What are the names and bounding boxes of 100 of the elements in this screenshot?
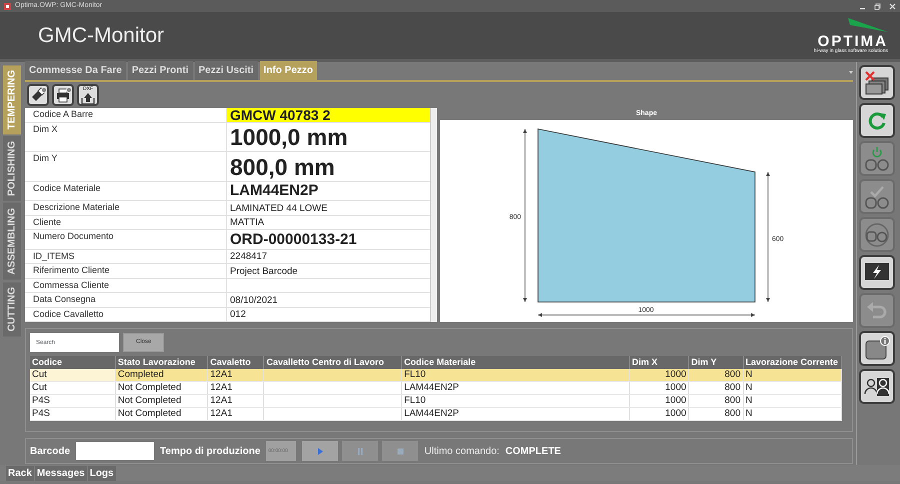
barcode-field[interactable] — [76, 442, 154, 460]
field-value: ORD-00000133-21 — [230, 230, 357, 248]
table-cell: 12A1 — [210, 395, 232, 406]
column-header[interactable]: Dim Y — [688, 356, 743, 369]
app-title: GMC-Monitor — [38, 22, 164, 49]
table-row[interactable]: P4S Not Completed 12A1 FL10 1000 800 N — [30, 394, 842, 408]
scrollbar[interactable] — [430, 108, 437, 322]
table-cell: Completed — [118, 369, 164, 380]
field-label: Codice Materiale — [25, 182, 227, 201]
field-value: 08/10/2021 — [230, 294, 278, 306]
stop-icon — [396, 448, 404, 454]
column-header[interactable]: Cavalletto Centro di Lavoro — [264, 356, 402, 369]
table-cell: N — [746, 382, 752, 393]
pause-icon — [356, 448, 364, 454]
field-label: Riferimento Cliente — [25, 264, 227, 278]
table-cell: 800 — [724, 408, 740, 419]
table-cell: 1000 — [665, 408, 686, 419]
table-cell: 12A1 — [210, 408, 232, 419]
table-cell: N — [746, 369, 752, 380]
windows-icon — [864, 70, 890, 96]
dropdown-icon[interactable] — [849, 71, 853, 74]
app-icon — [4, 2, 11, 10]
column-header[interactable]: Stato Lavorazione — [115, 356, 208, 369]
table-cell: Cut — [32, 369, 47, 380]
table-row[interactable]: Cut Not Completed 12A1 LAM44EN2P 1000 800 N — [30, 382, 842, 394]
close-icon[interactable] — [889, 2, 896, 10]
field-label: ID_ITEMS — [25, 250, 227, 264]
column-header[interactable]: Dim X — [630, 356, 689, 369]
tab[interactable]: Pezzi Usciti — [194, 61, 258, 80]
status-value: COMPLETE — [505, 444, 561, 458]
eraser-button[interactable] — [27, 84, 49, 106]
printer-icon — [55, 87, 71, 103]
column-header[interactable]: Codice — [30, 356, 116, 369]
refresh-button[interactable] — [859, 103, 895, 138]
bottom-tab[interactable]: Rack — [6, 466, 34, 481]
flash-button[interactable] — [859, 255, 895, 290]
field-label: Codice A Barre — [25, 108, 227, 122]
field-label: Barcode — [30, 444, 70, 458]
eraser-icon — [30, 87, 46, 103]
table-cell: P4S — [32, 408, 50, 419]
logo-text: OPTIMA — [818, 34, 888, 49]
table-cell: Cut — [32, 382, 47, 393]
table-cell: 1000 — [665, 395, 686, 406]
field-label: Dim Y — [25, 152, 227, 182]
restore-icon[interactable] — [874, 2, 881, 10]
table-cell: N — [746, 395, 752, 406]
side-tab[interactable]: ASSEMBLING — [3, 203, 21, 280]
field-value: LAM44EN2P — [230, 182, 318, 200]
info-window-icon — [864, 336, 890, 362]
table-cell: FL10 — [404, 395, 426, 406]
field-label: Descrizione Materiale — [25, 201, 227, 216]
table-row[interactable]: P4S Not Completed 12A1 LAM44EN2P 1000 800 N — [30, 408, 842, 420]
status-label: Ultimo comando: — [424, 444, 500, 458]
field-label: Dim X — [25, 122, 227, 152]
field-label: Codice Cavalletto — [25, 308, 227, 322]
table-cell: 1000 — [665, 369, 686, 380]
play-icon — [316, 448, 324, 454]
table-cell: Not Completed — [118, 382, 182, 393]
field-label: Commessa Cliente — [25, 278, 227, 293]
column-header[interactable]: Lavorazione Corrente — [743, 356, 842, 369]
check-machine-icon — [864, 184, 890, 210]
machine-icon — [864, 222, 890, 248]
field-label: Data Consegna — [25, 293, 227, 308]
column-header[interactable]: Cavaletto — [208, 356, 264, 369]
field-label: Cliente — [25, 216, 227, 230]
field-value: 2248417 — [230, 250, 267, 263]
side-tab[interactable]: POLISHING — [3, 136, 21, 202]
field-value: 012 — [230, 308, 246, 321]
close-all-button[interactable] — [859, 65, 895, 100]
table-cell: N — [746, 408, 752, 419]
info-button[interactable] — [859, 331, 895, 366]
table-cell: FL10 — [404, 369, 426, 380]
field-value: LAMINATED 44 LOWE — [230, 202, 328, 214]
printer-button[interactable] — [52, 84, 74, 106]
side-tab[interactable]: CUTTING — [3, 282, 21, 337]
table-cell: 12A1 — [210, 382, 232, 393]
dxf-icon — [80, 92, 96, 104]
table-row[interactable]: Cut Completed 12A1 FL10 1000 800 N — [30, 369, 842, 382]
field-label: Numero Documento — [25, 230, 227, 250]
field-value: GMCW 40783 2 — [230, 108, 330, 122]
table-cell: Not Completed — [118, 408, 182, 419]
field-value: 800,0 mm — [230, 152, 335, 180]
table-cell: 800 — [724, 382, 740, 393]
field-value: Project Barcode — [230, 264, 298, 278]
bottom-tab[interactable]: Logs — [88, 466, 116, 481]
table-cell: 1000 — [665, 382, 686, 393]
tab[interactable]: Commesse Da Fare — [25, 61, 126, 80]
field-value: MATTIA — [230, 216, 264, 229]
field-label: Tempo di produzione — [160, 444, 260, 458]
bottom-tab[interactable]: Messages — [34, 466, 87, 481]
table-cell: LAM44EN2P — [404, 408, 459, 419]
table-cell: 800 — [724, 369, 740, 380]
table-cell: P4S — [32, 395, 50, 406]
tab[interactable]: Pezzi Pronti — [128, 61, 193, 80]
switch-user-button[interactable] — [859, 369, 895, 404]
power-machine-icon — [864, 146, 890, 172]
table-cell: 12A1 — [210, 369, 232, 380]
table-cell: Not Completed — [118, 395, 182, 406]
table-cell: LAM44EN2P — [404, 382, 459, 393]
column-header[interactable]: Codice Materiale — [402, 356, 630, 369]
